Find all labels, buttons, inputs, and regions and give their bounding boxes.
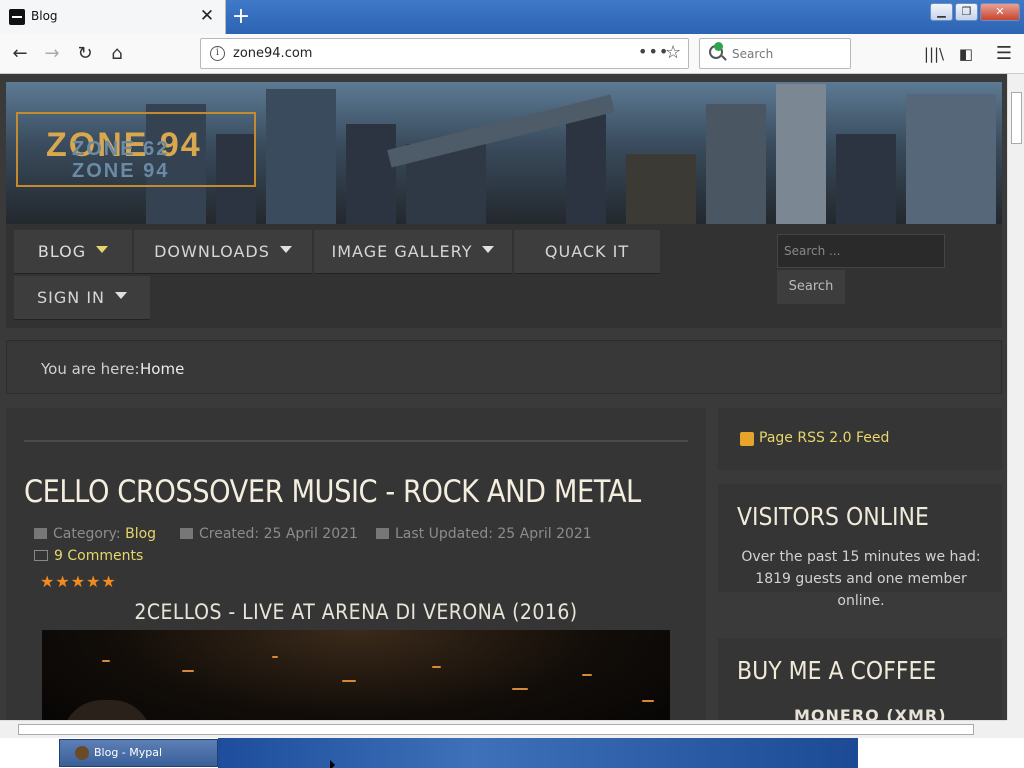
menu-image-gallery[interactable]: IMAGE GALLERY bbox=[314, 230, 512, 274]
visitors-title: VISITORS ONLINE bbox=[737, 502, 929, 531]
comments-link[interactable]: 9 Comments bbox=[34, 548, 143, 564]
scrollbar-thumb[interactable] bbox=[18, 724, 974, 735]
scroll-corner bbox=[1007, 720, 1024, 738]
taskbar-window-button[interactable]: Blog - Mypal bbox=[59, 739, 218, 767]
folder-icon bbox=[34, 528, 47, 539]
buy-me-a-coffee-box: BUY ME A COFFEE MONERO (XMR) bbox=[718, 638, 1002, 720]
menu-blog-label: BLOG bbox=[37, 242, 87, 261]
rss-feed-link[interactable]: Page RSS 2.0 Feed bbox=[759, 430, 889, 446]
close-tab-icon[interactable]: ✕ bbox=[198, 6, 216, 26]
minimize-button[interactable]: ▁ bbox=[930, 3, 953, 21]
divider bbox=[24, 440, 688, 442]
horizontal-scrollbar[interactable] bbox=[0, 720, 1007, 738]
category-link[interactable]: Blog bbox=[125, 526, 156, 542]
tab-strip: Blog ✕ + ▁ ❐ ✕ bbox=[0, 0, 1024, 34]
chevron-down-icon bbox=[115, 292, 127, 299]
site-search-button[interactable]: Search bbox=[777, 270, 845, 304]
page-content: ZONE 94 ZONE 62 ZONE 94 BLOG DOWNLOADS I… bbox=[0, 74, 1007, 720]
main-menu: BLOG DOWNLOADS IMAGE GALLERY QUACK IT SI… bbox=[6, 224, 1002, 328]
url-text[interactable]: zone94.com bbox=[233, 46, 312, 61]
browser-app-icon bbox=[75, 746, 89, 760]
bookmark-star-icon[interactable]: ☆ bbox=[665, 42, 681, 63]
breadcrumb-label: You are here: bbox=[41, 360, 140, 378]
article-created: Created: 25 April 2021 bbox=[180, 526, 358, 542]
mouse-cursor-icon bbox=[330, 760, 335, 768]
comment-icon bbox=[34, 550, 48, 561]
calendar-icon bbox=[376, 528, 389, 539]
logo-subtext-2: ZONE 94 bbox=[72, 160, 170, 182]
menu-blog[interactable]: BLOG bbox=[14, 230, 132, 274]
menu-downloads[interactable]: DOWNLOADS bbox=[134, 230, 312, 274]
menu-image-gallery-label: IMAGE GALLERY bbox=[331, 242, 473, 261]
rss-icon bbox=[740, 432, 754, 446]
site-banner: ZONE 94 ZONE 62 ZONE 94 bbox=[6, 82, 1002, 224]
back-arrow-icon[interactable]: ← bbox=[6, 40, 34, 68]
scrollbar-thumb[interactable] bbox=[1011, 92, 1022, 144]
tab-title: Blog bbox=[31, 9, 58, 23]
rss-box: Page RSS 2.0 Feed bbox=[718, 408, 1002, 470]
site-search-input[interactable]: Search ... bbox=[777, 234, 945, 268]
menu-sign-in-label: SIGN IN bbox=[36, 288, 105, 307]
menu-downloads-label: DOWNLOADS bbox=[154, 242, 270, 261]
vertical-scrollbar[interactable] bbox=[1007, 74, 1024, 720]
category-label: Category: bbox=[53, 526, 121, 542]
rating-stars[interactable]: ★★★★★ bbox=[40, 572, 117, 591]
visitors-text: Over the past 15 minutes we had: 1819 gu… bbox=[741, 549, 981, 609]
menu-quack-it[interactable]: QUACK IT bbox=[514, 230, 660, 274]
monero-label: MONERO (XMR) bbox=[794, 706, 947, 720]
reload-icon[interactable]: ↻ bbox=[71, 40, 99, 68]
blog-article: CELLO CROSSOVER MUSIC - ROCK AND METAL C… bbox=[6, 408, 706, 720]
created-date: Created: 25 April 2021 bbox=[199, 526, 358, 542]
video-title: 2CELLOS - LIVE AT ARENA DI VERONA (2016) bbox=[134, 600, 578, 624]
sidebar-icon[interactable]: ◧ bbox=[952, 40, 980, 68]
navigation-toolbar: ← → ↻ ⌂ i zone94.com ••• ☆ Search |||\ ◧… bbox=[0, 34, 1024, 74]
menu-sign-in[interactable]: SIGN IN bbox=[14, 276, 150, 320]
breadcrumb: You are here: Home bbox=[6, 340, 1002, 394]
maximize-button[interactable]: ❐ bbox=[955, 3, 978, 21]
new-tab-button[interactable]: + bbox=[229, 4, 253, 30]
home-icon[interactable]: ⌂ bbox=[103, 40, 131, 68]
os-taskbar: Blog - Mypal bbox=[0, 738, 1024, 768]
taskbar-window-label: Blog - Mypal bbox=[94, 746, 163, 759]
browser-search-field[interactable]: Search bbox=[699, 38, 851, 69]
visitors-online-box: VISITORS ONLINE Over the past 15 minutes… bbox=[718, 484, 1002, 609]
address-bar[interactable]: i zone94.com ••• ☆ bbox=[200, 38, 689, 69]
chevron-down-icon bbox=[279, 246, 292, 253]
article-category: Category: Blog bbox=[34, 526, 156, 542]
comments-count: 9 Comments bbox=[54, 548, 144, 564]
close-window-button[interactable]: ✕ bbox=[980, 3, 1020, 21]
menu-quack-it-label: QUACK IT bbox=[544, 242, 630, 261]
embedded-video[interactable] bbox=[42, 630, 670, 720]
taskbar-background bbox=[218, 738, 858, 768]
forward-arrow-icon[interactable]: → bbox=[38, 40, 66, 68]
article-title[interactable]: CELLO CROSSOVER MUSIC - ROCK AND METAL bbox=[24, 474, 641, 510]
updated-date: Last Updated: 25 April 2021 bbox=[395, 526, 592, 542]
site-favicon-icon bbox=[9, 9, 25, 25]
chevron-down-icon bbox=[482, 246, 495, 253]
calendar-icon bbox=[180, 528, 193, 539]
logo-subtext-1: ZONE 62 bbox=[72, 138, 170, 160]
library-icon[interactable]: |||\ bbox=[920, 40, 948, 68]
chevron-down-icon bbox=[96, 246, 109, 253]
breadcrumb-home-link[interactable]: Home bbox=[140, 360, 184, 378]
search-placeholder: Search bbox=[732, 47, 774, 61]
tab-blog[interactable]: Blog ✕ bbox=[0, 0, 226, 34]
site-info-icon[interactable]: i bbox=[210, 46, 225, 61]
menu-hamburger-icon[interactable]: ☰ bbox=[990, 40, 1018, 68]
article-updated: Last Updated: 25 April 2021 bbox=[376, 526, 592, 542]
coffee-title: BUY ME A COFFEE bbox=[737, 656, 937, 685]
add-search-engine-icon bbox=[714, 42, 723, 51]
